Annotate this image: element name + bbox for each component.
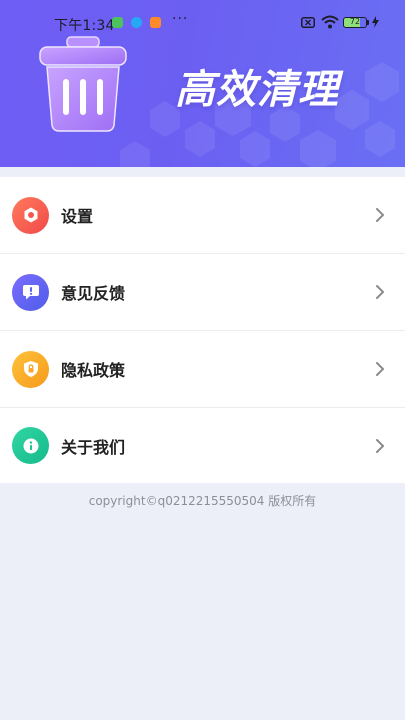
menu-item-settings[interactable]: 设置 — [0, 177, 405, 254]
message-notification-icon — [131, 17, 142, 28]
no-sim-icon — [301, 17, 315, 28]
menu-item-label: 意见反馈 — [61, 284, 126, 303]
menu-item-label: 关于我们 — [61, 437, 126, 457]
charging-icon — [372, 16, 379, 28]
battery-tip — [367, 20, 369, 25]
chevron-right-icon — [376, 438, 384, 453]
header-banner: 下午1:34 ··· 72 高效清理 — [0, 0, 405, 167]
menu-item-feedback[interactable]: 意见反馈 — [0, 254, 405, 331]
trash-icon — [39, 36, 127, 132]
menu-item-privacy-policy[interactable]: 隐私政策 — [0, 331, 405, 408]
settings-menu: 设置 意见反馈 隐私政策 关于我们 — [0, 177, 405, 483]
shield-icon — [12, 350, 49, 388]
menu-item-label: 隐私政策 — [61, 361, 126, 380]
copyright-text: copyright©q0212215550504 版权所有 — [88, 494, 317, 508]
more-notifications-icon: ··· — [172, 11, 189, 27]
gear-icon — [12, 196, 49, 234]
feedback-icon — [12, 273, 49, 311]
wifi-icon — [321, 15, 339, 29]
shopping-notification-icon — [150, 17, 161, 28]
chevron-right-icon — [376, 285, 384, 299]
chevron-right-icon — [376, 208, 384, 222]
battery-icon: 72 — [343, 17, 367, 28]
status-time: 下午1:34 — [54, 18, 115, 34]
chevron-right-icon — [376, 362, 384, 376]
menu-item-about-us[interactable]: 关于我们 — [0, 408, 405, 483]
app-notification-icon — [112, 17, 123, 28]
info-icon — [12, 427, 49, 464]
menu-item-label: 设置 — [61, 207, 94, 226]
app-title: 高效清理 — [175, 67, 339, 113]
